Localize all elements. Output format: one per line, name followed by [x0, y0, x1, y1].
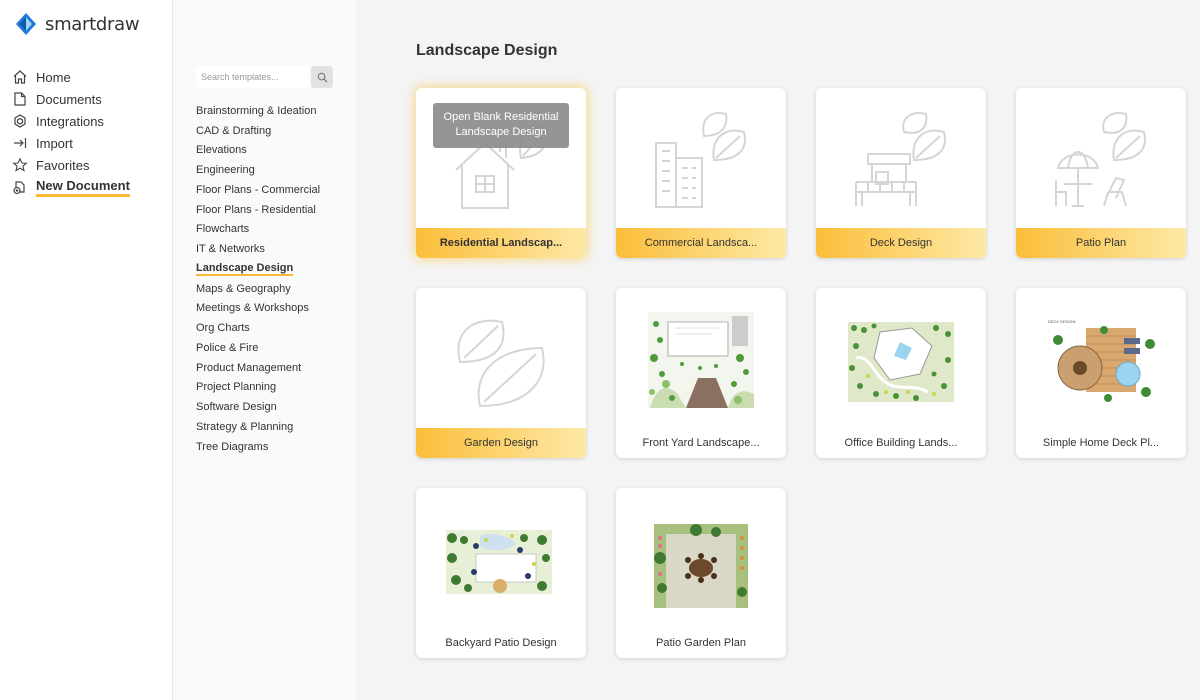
- documents-icon: [12, 91, 28, 107]
- template-label: Deck Design: [816, 228, 986, 258]
- template-tooltip: Open Blank Residential Landscape Design: [433, 103, 569, 148]
- patio-leaf-icon: [1016, 88, 1186, 228]
- nav-label: Documents: [36, 91, 102, 107]
- template-card-garden-design[interactable]: Garden Design: [416, 288, 586, 458]
- category-item[interactable]: Police & Fire: [196, 338, 320, 358]
- new-document-icon: [12, 179, 28, 195]
- template-card-office-building-landscape[interactable]: Office Building Lands...: [816, 288, 986, 458]
- deck-leaf-icon: [816, 88, 986, 228]
- category-item[interactable]: Product Management: [196, 358, 320, 378]
- leaf-icon: [416, 288, 586, 428]
- category-item[interactable]: Floor Plans - Commercial: [196, 180, 320, 200]
- nav-label: New Document: [36, 178, 130, 197]
- template-search: [196, 66, 333, 88]
- category-item[interactable]: IT & Networks: [196, 239, 320, 259]
- template-label: Residential Landscap...: [416, 228, 586, 258]
- main-content: Landscape Design Open Blank Residential …: [356, 0, 1200, 700]
- template-card-patio-garden-plan[interactable]: Patio Garden Plan: [616, 488, 786, 658]
- category-item[interactable]: Org Charts: [196, 318, 320, 338]
- category-item[interactable]: CAD & Drafting: [196, 121, 320, 141]
- category-item[interactable]: Tree Diagrams: [196, 437, 320, 457]
- template-label: Garden Design: [416, 428, 586, 458]
- template-label: Simple Home Deck Pl...: [1042, 437, 1160, 449]
- template-card-front-yard-landscape[interactable]: Front Yard Landscape...: [616, 288, 786, 458]
- template-label: Patio Plan: [1016, 228, 1186, 258]
- nav-item-home[interactable]: Home: [12, 66, 130, 88]
- smartdraw-logo[interactable]: smartdraw: [14, 12, 140, 36]
- backyard-patio-thumbnail: [416, 488, 586, 628]
- nav-item-favorites[interactable]: Favorites: [12, 154, 130, 176]
- svg-text:DECK DESIGN: DECK DESIGN: [1048, 319, 1076, 324]
- nav-label: Favorites: [36, 157, 90, 173]
- front-yard-plan-thumbnail: [616, 288, 786, 428]
- nav-item-integrations[interactable]: Integrations: [12, 110, 130, 132]
- building-leaf-icon: [616, 88, 786, 228]
- search-input[interactable]: [196, 66, 309, 88]
- category-item[interactable]: Strategy & Planning: [196, 417, 320, 437]
- patio-garden-thumbnail: [616, 488, 786, 628]
- template-label: Backyard Patio Design: [445, 637, 557, 649]
- integrations-icon: [12, 113, 28, 129]
- template-card-backyard-patio-design[interactable]: Backyard Patio Design: [416, 488, 586, 658]
- category-item[interactable]: Software Design: [196, 397, 320, 417]
- category-item[interactable]: Maps & Geography: [196, 279, 320, 299]
- template-card-deck-design[interactable]: Deck Design: [816, 88, 986, 258]
- template-card-simple-home-deck[interactable]: DECK DESIGN Simple Home Deck Pl...: [1016, 288, 1186, 458]
- search-button[interactable]: [311, 66, 333, 88]
- template-label: Patio Garden Plan: [656, 637, 746, 649]
- category-panel: Brainstorming & Ideation CAD & Drafting …: [173, 0, 356, 700]
- search-icon: [317, 72, 328, 83]
- category-item[interactable]: Meetings & Workshops: [196, 299, 320, 319]
- template-label: Office Building Lands...: [844, 437, 958, 449]
- nav-item-import[interactable]: Import: [12, 132, 130, 154]
- nav-label: Import: [36, 135, 73, 151]
- page-title: Landscape Design: [416, 42, 558, 59]
- office-landscape-thumbnail: [816, 288, 986, 428]
- import-icon: [12, 135, 28, 151]
- left-navigation: smartdraw Home Documents Integrations Im…: [0, 0, 173, 700]
- home-icon: [12, 69, 28, 85]
- category-item[interactable]: Project Planning: [196, 378, 320, 398]
- nav-list: Home Documents Integrations Import Favor…: [12, 66, 130, 198]
- nav-label: Integrations: [36, 113, 104, 129]
- category-item[interactable]: Floor Plans - Residential: [196, 200, 320, 220]
- nav-item-new-document[interactable]: New Document: [12, 176, 130, 198]
- template-card-residential-landscape[interactable]: Open Blank Residential Landscape Design …: [416, 88, 586, 258]
- nav-label: Home: [36, 69, 71, 85]
- template-card-commercial-landscape[interactable]: Commercial Landsca...: [616, 88, 786, 258]
- template-card-patio-plan[interactable]: Patio Plan: [1016, 88, 1186, 258]
- category-item[interactable]: Flowcharts: [196, 220, 320, 240]
- category-item[interactable]: Elevations: [196, 141, 320, 161]
- template-label: Front Yard Landscape...: [642, 437, 760, 449]
- home-deck-thumbnail: DECK DESIGN: [1016, 288, 1186, 428]
- category-item-active[interactable]: Landscape Design: [196, 259, 320, 279]
- category-item[interactable]: Engineering: [196, 160, 320, 180]
- category-item[interactable]: Brainstorming & Ideation: [196, 101, 320, 121]
- logo-text: smartdraw: [45, 13, 140, 35]
- nav-item-documents[interactable]: Documents: [12, 88, 130, 110]
- template-label: Commercial Landsca...: [616, 228, 786, 258]
- category-list: Brainstorming & Ideation CAD & Drafting …: [196, 101, 320, 457]
- star-icon: [12, 157, 28, 173]
- smartdraw-logo-icon: [16, 13, 36, 35]
